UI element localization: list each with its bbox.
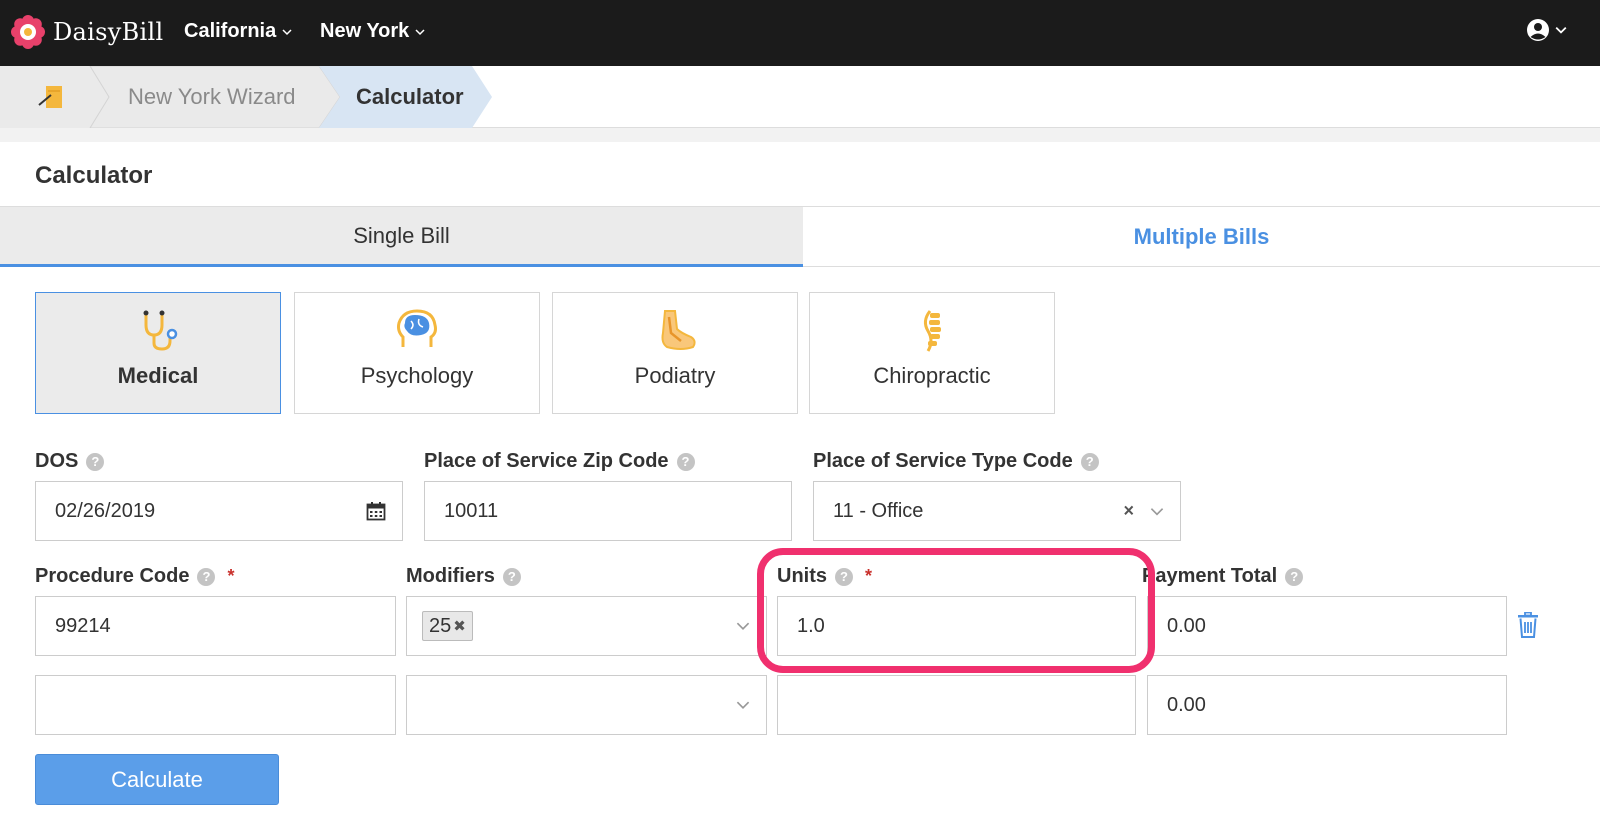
chevron-down-icon [415,28,425,35]
zip-input[interactable]: 10011 [424,481,792,541]
pos-type-value: 11 - Office [833,499,924,522]
nav-california-label: California [184,20,277,42]
specialty-podiatry[interactable]: Podiatry [552,292,798,414]
breadcrumb: New York Wizard Calculator [0,66,1600,128]
pos-type-select[interactable]: 11 - Office × [813,481,1181,541]
units-highlight-annotation [757,548,1155,673]
specialty-chiropractic-label: Chiropractic [873,363,991,388]
units-input[interactable] [777,675,1136,735]
remove-tag-icon[interactable]: ✖ [453,617,466,635]
help-icon[interactable]: ? [502,567,521,586]
tab-multiple-bills-label: Multiple Bills [1133,223,1270,249]
user-menu[interactable] [1526,18,1567,42]
dos-label-text: DOS [35,450,79,472]
foot-icon [661,310,696,350]
logo-text: DaisyBill [53,18,164,46]
procedure-code-input[interactable]: 99214 [35,596,396,656]
chevron-down-icon[interactable] [736,619,750,633]
required-marker: * [227,566,235,586]
help-icon[interactable]: ? [86,452,105,471]
brain-icon [397,309,437,347]
help-icon[interactable]: ? [1080,452,1099,471]
payment-total-label-text: Payment Total [1142,565,1278,587]
zip-label-text: Place of Service Zip Code [424,450,669,472]
spine-icon [923,310,941,352]
payment-total-value: 0.00 [1167,614,1206,637]
dos-value: 02/26/2019 [55,499,156,522]
calculate-button-label: Calculate [111,766,203,792]
user-avatar-icon [1527,19,1549,41]
chevron-down-icon [1555,26,1567,34]
home-wizard-icon[interactable] [36,82,66,112]
specialty-medical-label: Medical [117,363,199,388]
daisy-logo-icon [11,15,45,49]
daisybill-logo[interactable]: DaisyBill [11,15,163,49]
modifiers-label-text: Modifiers [406,565,495,587]
nav-california[interactable]: California [184,20,292,43]
specialty-psychology[interactable]: Psychology [294,292,540,414]
top-navbar: DaisyBill California New York [0,0,1600,66]
help-icon[interactable]: ? [197,567,216,586]
specialty-podiatry-label: Podiatry [634,363,716,388]
chevron-down-icon [282,28,292,35]
nav-new-york-label: New York [320,20,410,42]
dos-input[interactable]: 02/26/2019 [35,481,403,541]
payment-total-value: 0.00 [1167,693,1206,716]
help-icon[interactable]: ? [1285,567,1304,586]
nav-new-york[interactable]: New York [320,20,425,43]
chevron-down-icon[interactable] [736,698,750,712]
pos-type-label: Place of Service Type Code ? [813,450,1099,473]
payment-total-label: Payment Total ? [1142,565,1304,588]
specialty-chiropractic[interactable]: Chiropractic [809,292,1055,414]
breadcrumb-calculator: Calculator [356,84,464,109]
payment-total-input[interactable]: 0.00 [1147,596,1507,656]
specialty-medical[interactable]: Medical [35,292,281,414]
chevron-down-icon[interactable] [1150,504,1164,518]
procedure-code-label: Procedure Code ? * [35,565,235,588]
calendar-icon[interactable] [366,501,386,521]
section-divider [0,128,1600,142]
specialty-psychology-label: Psychology [360,363,474,388]
zip-label: Place of Service Zip Code ? [424,450,695,473]
pos-type-label-text: Place of Service Type Code [813,450,1073,472]
tab-single-bill[interactable]: Single Bill [0,207,803,267]
stethoscope-icon [143,310,178,351]
modifier-tag[interactable]: 25 ✖ [422,611,473,641]
zip-value: 10011 [444,499,499,522]
tab-single-bill-label: Single Bill [353,222,450,248]
payment-total-input[interactable]: 0.00 [1147,675,1507,735]
modifier-tag-label: 25 [429,614,452,637]
clear-icon[interactable]: × [1123,501,1134,522]
tab-multiple-bills[interactable]: Multiple Bills [803,207,1600,267]
modifiers-select[interactable] [406,675,767,735]
page-title: Calculator [35,162,153,189]
procedure-code-value: 99214 [55,614,111,637]
modifiers-label: Modifiers ? [406,565,521,588]
breadcrumb-new-york-wizard[interactable]: New York Wizard [128,84,296,110]
procedure-code-input[interactable] [35,675,396,735]
procedure-code-label-text: Procedure Code [35,565,190,587]
modifiers-select[interactable]: 25 ✖ [406,596,767,656]
dos-label: DOS ? [35,450,105,473]
trash-icon[interactable] [1517,612,1539,638]
help-icon[interactable]: ? [676,452,695,471]
calculate-button[interactable]: Calculate [35,754,279,805]
